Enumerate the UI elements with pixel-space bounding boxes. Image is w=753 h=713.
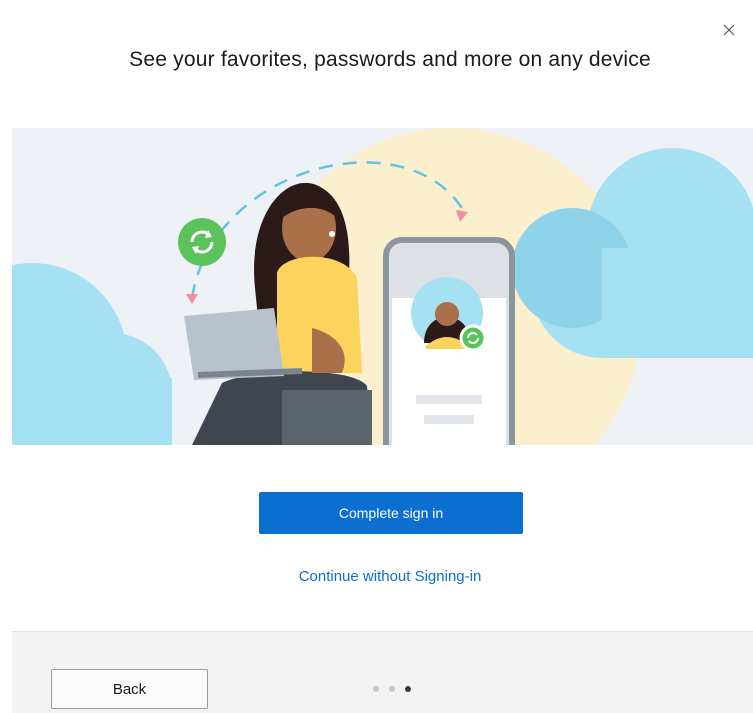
- page-dot-1: [373, 686, 379, 692]
- close-button[interactable]: [719, 20, 739, 40]
- sign-in-dialog: See your favorites, passwords and more o…: [0, 0, 753, 713]
- back-button[interactable]: Back: [51, 669, 208, 709]
- dialog-footer: Back: [12, 631, 753, 713]
- sync-illustration: [12, 128, 753, 445]
- page-dot-3-active: [405, 686, 411, 692]
- phone: [383, 237, 515, 445]
- close-icon: [723, 24, 735, 36]
- arrow-head-left: [186, 294, 198, 304]
- sync-icon: [178, 218, 226, 266]
- left-cloud: [12, 263, 172, 445]
- avatar-sync-icon: [459, 324, 487, 352]
- page-dot-2: [389, 686, 395, 692]
- dialog-title: See your favorites, passwords and more o…: [129, 48, 651, 71]
- page-indicator: [373, 686, 411, 692]
- continue-without-signing-in-link[interactable]: Continue without Signing-in: [0, 568, 753, 585]
- complete-sign-in-button[interactable]: Complete sign in: [259, 492, 523, 534]
